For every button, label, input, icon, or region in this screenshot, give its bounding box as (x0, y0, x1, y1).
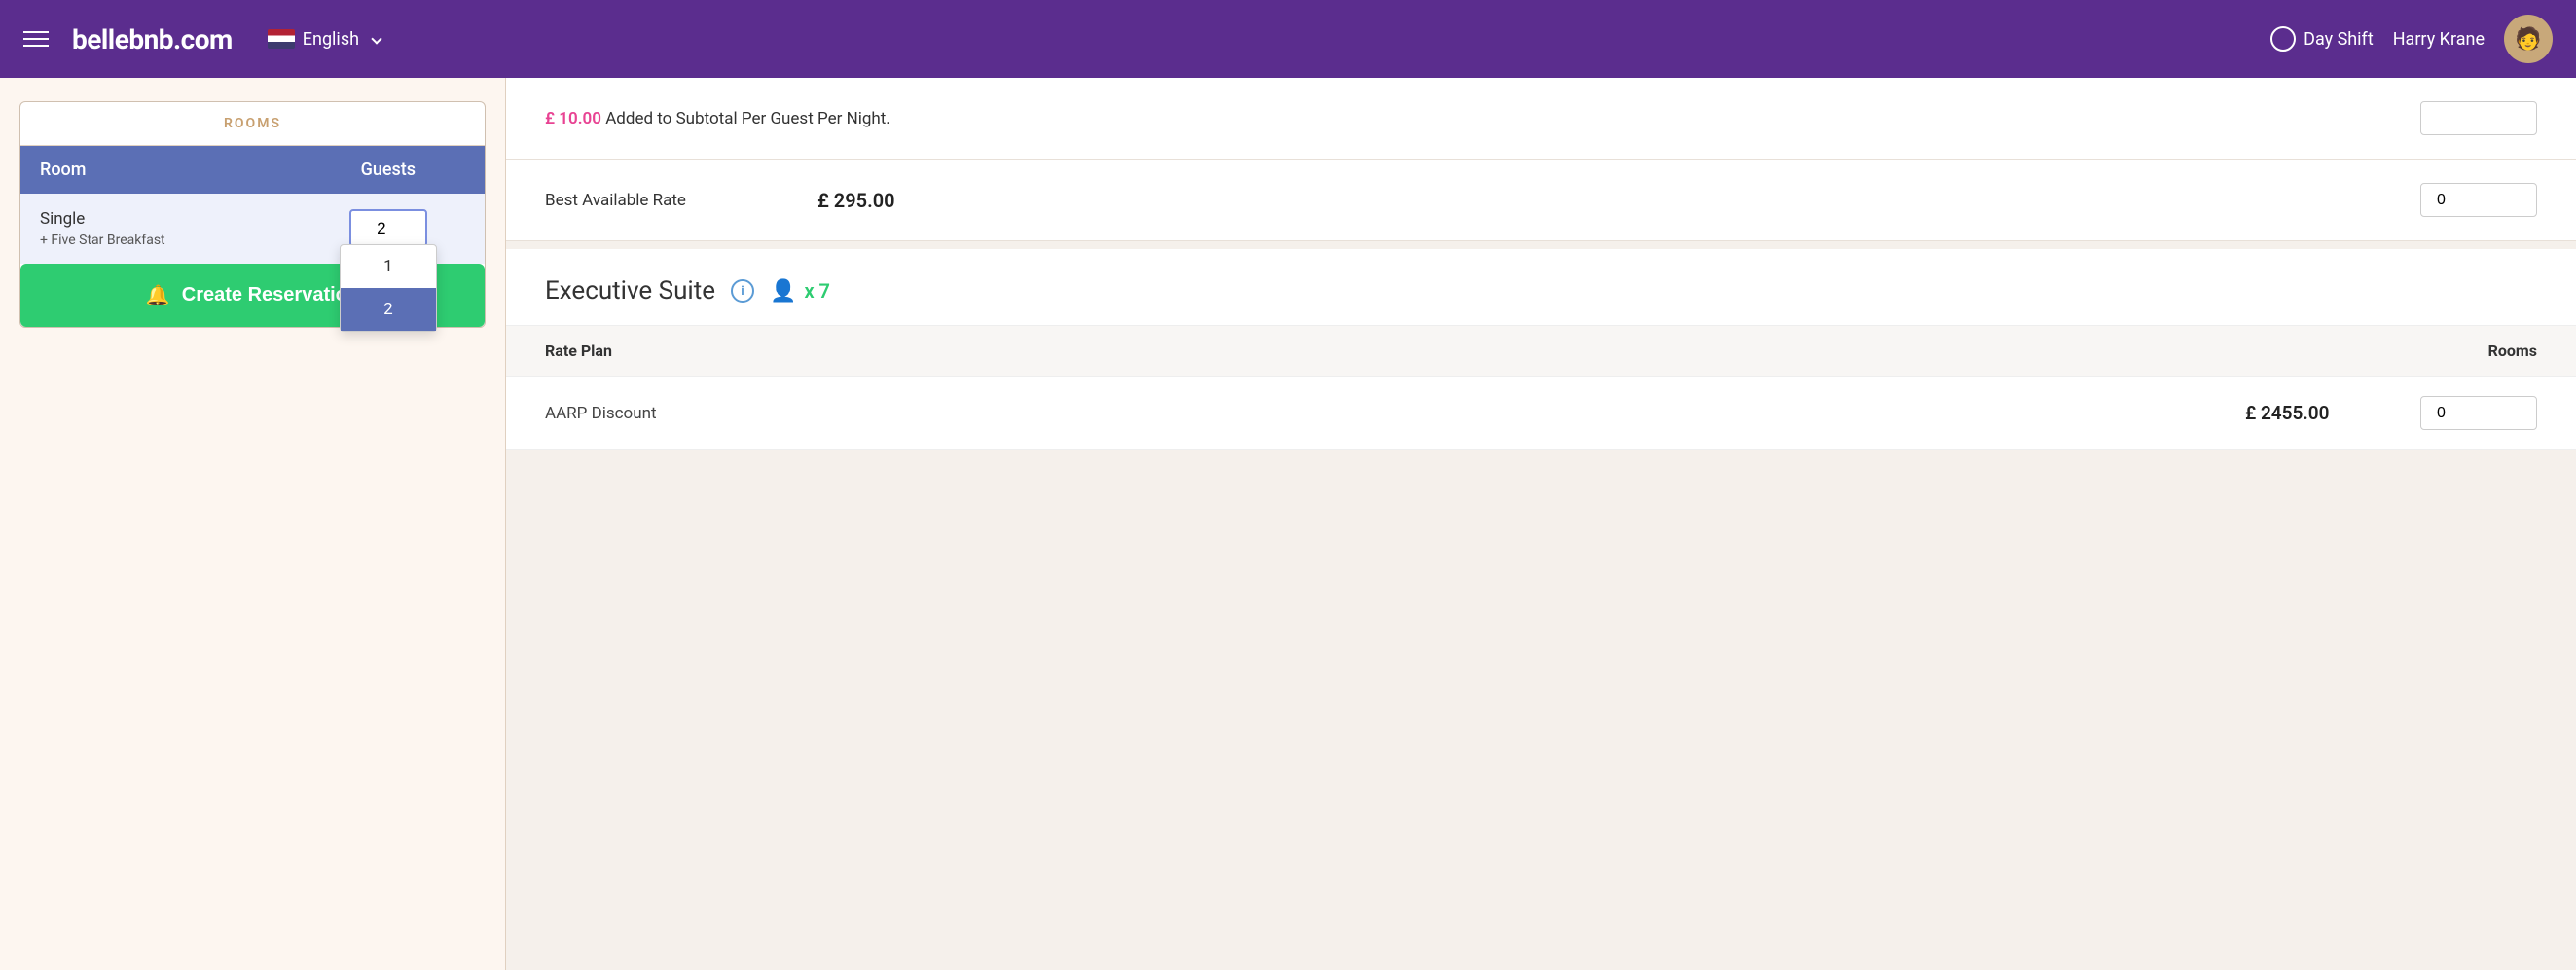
room-sub: + Five Star Breakfast (40, 233, 272, 248)
bell-icon: 🔔 (146, 283, 170, 307)
avatar[interactable]: 🧑 (2504, 15, 2553, 63)
best-rate-label: Best Available Rate (545, 191, 798, 210)
flag-icon (268, 29, 295, 49)
guests-count-indicator: 👤 x 7 (770, 279, 830, 304)
rate-plan-col-label: Rate Plan (545, 341, 612, 360)
aarp-rate-name: AARP Discount (545, 404, 2226, 423)
guests-dropdown[interactable]: 1 2 (340, 244, 437, 332)
best-available-rate-row: Best Available Rate £ 295.00 0 (506, 160, 2576, 241)
table-row: Single + Five Star Breakfast 1 2 1 2 (20, 194, 485, 264)
suite-title: Executive Suite (545, 276, 715, 305)
shift-label: Day Shift (2304, 29, 2374, 50)
guests-count-label: x 7 (804, 279, 830, 303)
rooms-table: Room Guests Single + Five Star Breakfast… (20, 146, 485, 264)
executive-suite-section: Executive Suite i 👤 x 7 Rate Plan Rooms … (506, 249, 2576, 450)
logo: bellebnb.com (72, 23, 233, 55)
main-container: ROOMS Room Guests Single + Five Star Bre… (0, 78, 2576, 970)
chevron-down-icon (371, 33, 381, 44)
rate-plan-header: Rate Plan Rooms (506, 326, 2576, 377)
right-panel: £ 10.00 Added to Subtotal Per Guest Per … (506, 78, 2576, 970)
rooms-section: ROOMS Room Guests Single + Five Star Bre… (19, 101, 486, 328)
added-rate-row: £ 10.00 Added to Subtotal Per Guest Per … (506, 78, 2576, 160)
info-icon[interactable]: i (731, 279, 754, 303)
top-rate-card: £ 10.00 Added to Subtotal Per Guest Per … (506, 78, 2576, 249)
added-amount: £ 10.00 (545, 109, 601, 128)
language-label: English (303, 29, 359, 50)
best-rate-rooms-select[interactable]: 0 (2420, 183, 2537, 217)
column-guests: Guests (292, 146, 485, 194)
shift-indicator: Day Shift (2270, 26, 2374, 52)
language-selector[interactable]: English (268, 29, 381, 50)
rate-note-container: £ 10.00 Added to Subtotal Per Guest Per … (545, 109, 890, 128)
top-rate-rooms-select[interactable] (2420, 101, 2537, 135)
room-cell: Single + Five Star Breakfast (20, 194, 292, 264)
rooms-col-label: Rooms (2488, 341, 2537, 360)
suite-header: Executive Suite i 👤 x 7 (506, 249, 2576, 326)
user-name: Harry Krane (2393, 29, 2485, 50)
aarp-rate-row: AARP Discount £ 2455.00 0 (506, 377, 2576, 450)
dropdown-option-2[interactable]: 2 (341, 288, 436, 331)
aarp-rooms-select[interactable]: 0 (2420, 396, 2537, 430)
header: bellebnb.com English Day Shift Harry Kra… (0, 0, 2576, 78)
header-right: Day Shift Harry Krane 🧑 (2270, 15, 2553, 63)
column-room: Room (20, 146, 292, 194)
person-icon: 👤 (770, 279, 796, 304)
guests-select[interactable]: 1 2 (349, 209, 427, 247)
create-button-label: Create Reservation (182, 284, 359, 306)
guests-cell: 1 2 1 2 (292, 194, 485, 264)
left-panel: ROOMS Room Guests Single + Five Star Bre… (0, 78, 506, 970)
room-name: Single (40, 209, 272, 229)
dropdown-option-1[interactable]: 1 (341, 245, 436, 288)
sun-icon (2270, 26, 2296, 52)
best-rate-amount: £ 295.00 (817, 189, 2401, 212)
added-label: Added to Subtotal Per Guest Per Night. (605, 109, 890, 128)
rooms-title: ROOMS (20, 102, 485, 146)
menu-icon[interactable] (23, 31, 49, 47)
aarp-rate-price: £ 2455.00 (2245, 402, 2401, 424)
